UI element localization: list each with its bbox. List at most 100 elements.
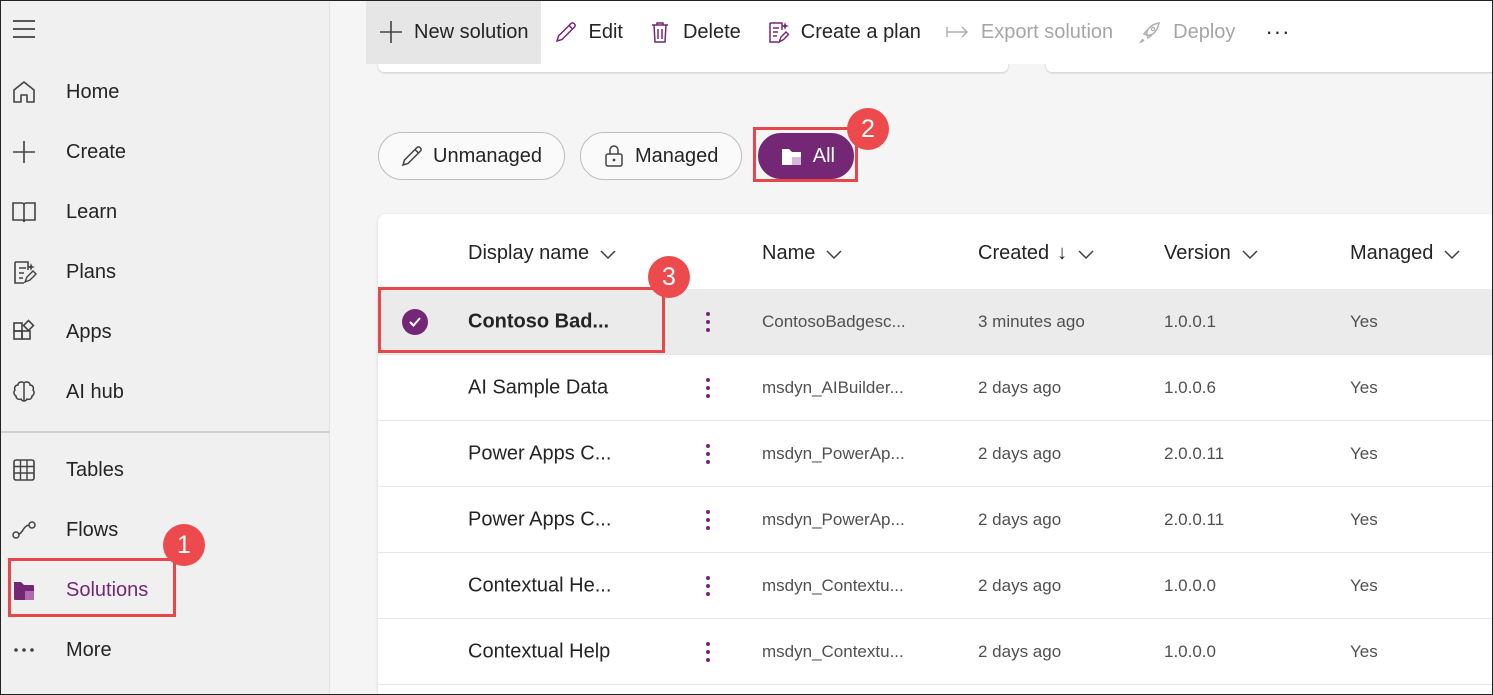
cell-managed: Yes [1350,509,1378,529]
column-header-name[interactable]: Name [762,242,843,265]
create-plan-button[interactable]: Create a plan [753,0,933,64]
column-header-created[interactable]: Created ↓ [978,242,1095,265]
sidebar-item-label: Tables [66,458,124,481]
cell-managed: Yes [1350,641,1378,661]
cell-display-name[interactable]: AI Sample Data [468,376,608,399]
cell-name: msdyn_Contextu... [762,641,904,661]
flow-icon [10,516,38,544]
cell-version: 1.0.0.0 [1164,641,1216,661]
export-arrow-icon [945,19,971,45]
cell-managed: Yes [1350,575,1378,595]
cell-display-name[interactable]: Contextual He... [468,574,611,597]
apps-icon [10,318,38,346]
pencil-icon [399,143,425,169]
more-icon [10,636,38,664]
sidebar-item-label: AI hub [66,380,124,403]
sidebar-item-ai-hub[interactable]: AI hub [0,364,330,420]
sidebar-item-label: Flows [66,518,119,541]
cell-display-name[interactable]: Power Apps C... [468,442,611,465]
sidebar-item-label: Learn [66,200,118,223]
hamburger-icon[interactable] [12,18,36,40]
lock-icon [601,143,627,169]
sidebar-item-label: More [66,638,112,661]
cell-created: 2 days ago [978,443,1062,463]
sidebar-item-plans[interactable]: Plans [0,244,330,300]
pencil-icon [553,19,579,45]
row-more-icon[interactable] [696,439,720,469]
cell-name: msdyn_Contextu... [762,575,904,595]
row-more-icon[interactable] [696,505,720,535]
sidebar-item-home[interactable]: Home [0,64,330,120]
annotation-box-all-filter [753,127,858,182]
book-icon [10,198,38,226]
cell-version: 1.0.0.6 [1164,377,1216,397]
cell-managed: Yes [1350,311,1378,331]
table-row[interactable]: Power Apps C... msdyn_PowerAp... 2 days … [378,487,1493,553]
command-bar: New solution Edit Delete Create a plan E… [366,0,1493,64]
sidebar-item-tables[interactable]: Tables [0,442,330,498]
table-row[interactable]: Contextual He... msdyn_Contextu... 2 day… [378,553,1493,619]
column-header-label: Version [1164,242,1231,264]
trash-icon [647,19,673,45]
column-header-label: Display name [468,242,590,264]
plan-icon [10,258,38,286]
filter-managed-label: Managed [635,144,719,167]
sidebar-item-create[interactable]: Create [0,124,330,180]
annotation-badge-3: 3 [648,256,690,298]
edit-label: Edit [588,20,623,43]
sidebar-item-label: Home [66,80,120,103]
deploy-button[interactable]: Deploy [1125,0,1247,64]
cell-created: 2 days ago [978,641,1062,661]
export-solution-button[interactable]: Export solution [933,0,1125,64]
chevron-down-icon [1242,249,1258,259]
column-header-display-name[interactable]: Display name [468,242,617,265]
column-header-version[interactable]: Version [1164,242,1259,265]
filter-managed-button[interactable]: Managed [580,132,742,180]
column-header-managed[interactable]: Managed [1350,242,1461,265]
cell-version: 1.0.0.0 [1164,575,1216,595]
new-solution-button[interactable]: New solution [366,0,541,64]
cell-version: 2.0.0.11 [1164,443,1225,463]
row-more-icon[interactable] [696,373,720,403]
table-row[interactable]: Power Apps C... msdyn_PowerAp... 2 days … [378,421,1493,487]
sidebar-item-learn[interactable]: Learn [0,184,330,240]
table-row[interactable]: Contextual Help msdyn_Contextu... 2 days… [378,619,1493,685]
deploy-label: Deploy [1173,20,1236,43]
cell-display-name[interactable]: Contextual Help [468,640,610,663]
delete-button[interactable]: Delete [635,0,753,64]
annotation-badge-1: 1 [163,524,205,566]
sort-descending-icon: ↓ [1057,242,1068,264]
sidebar-item-more[interactable]: More [0,622,330,678]
column-header-label: Name [762,242,816,264]
edit-button[interactable]: Edit [541,0,635,64]
cell-version: 1.0.0.1 [1164,311,1216,331]
more-commands-button[interactable]: ··· [1247,0,1302,64]
delete-label: Delete [682,20,741,43]
cell-display-name[interactable]: Power Apps C... [468,508,611,531]
annotation-badge-2: 2 [847,108,889,150]
annotation-box-selected-row [378,287,665,353]
chevron-down-icon [826,249,842,259]
cell-created: 3 minutes ago [978,311,1085,331]
cell-name: msdyn_PowerAp... [762,443,905,463]
plan-icon [765,19,791,45]
cell-version: 2.0.0.11 [1164,509,1225,529]
table-row[interactable]: AI Sample Data msdyn_AIBuilder... 2 days… [378,355,1493,421]
brain-icon [10,378,38,406]
export-solution-label: Export solution [980,20,1114,43]
sidebar-item-label: Plans [66,260,117,283]
create-plan-label: Create a plan [800,20,921,43]
filter-unmanaged-button[interactable]: Unmanaged [378,132,565,180]
new-solution-label: New solution [414,20,529,43]
sidebar-item-label: Apps [66,320,112,343]
rocket-icon [1137,19,1163,45]
column-header-label: Created [978,242,1050,264]
sidebar-item-apps[interactable]: Apps [0,304,330,360]
home-icon [10,78,38,106]
cell-name: ContosoBadgesc... [762,311,906,331]
plus-icon [378,19,404,45]
cell-name: msdyn_PowerAp... [762,509,905,529]
row-more-icon[interactable] [696,637,720,667]
row-more-icon[interactable] [696,571,720,601]
row-more-icon[interactable] [696,307,720,337]
